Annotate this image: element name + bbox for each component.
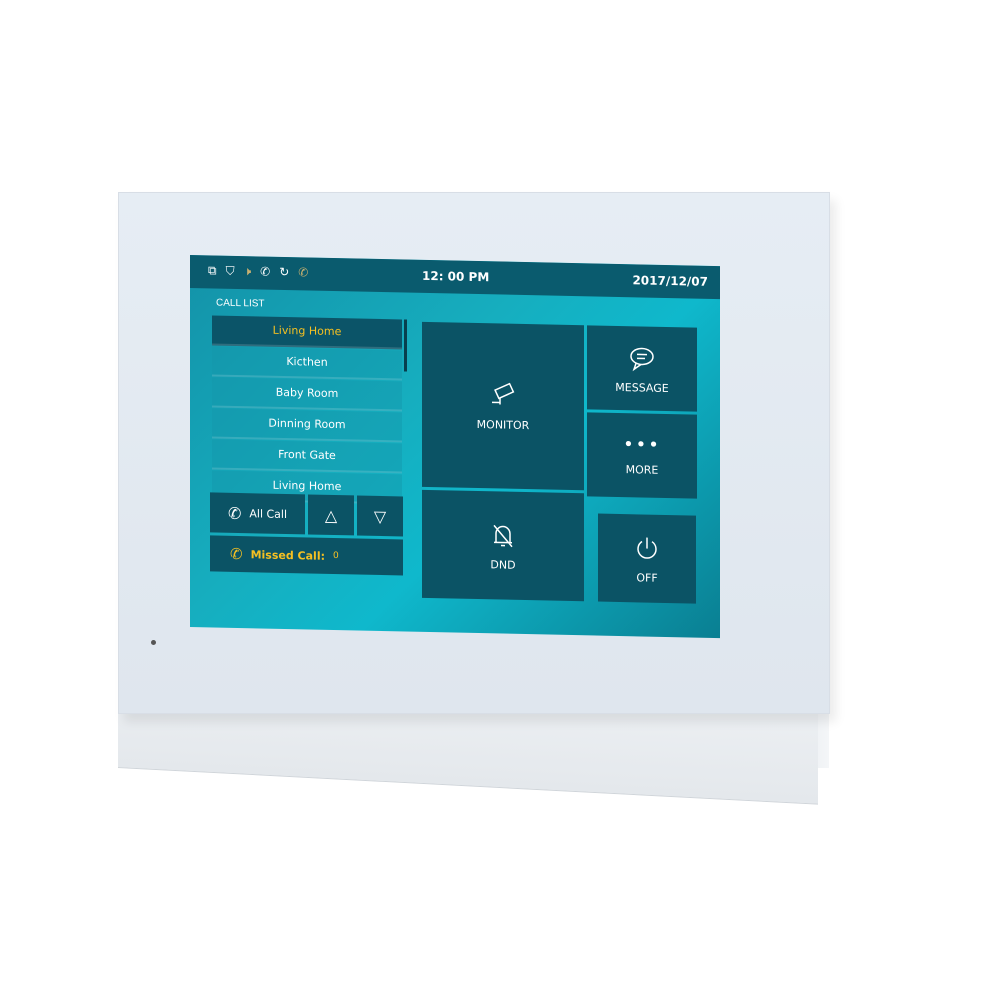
phone-icon: ✆ <box>298 265 309 280</box>
call-list-title: CALL LIST <box>216 297 265 310</box>
phone-icon: ✆ <box>227 503 242 523</box>
scrollbar[interactable] <box>404 319 407 372</box>
triangle-up-icon: △ <box>324 505 338 525</box>
camera-icon <box>492 382 515 405</box>
shield-icon: ⛉ <box>225 263 235 278</box>
date: 2017/12/07 <box>632 273 708 289</box>
forward-icon: ↻ <box>279 264 290 280</box>
missed-call-button[interactable]: ✆ Missed Call: 0 <box>210 535 403 576</box>
chat-bubble-icon <box>630 347 654 371</box>
all-call-label: All Call <box>249 506 288 521</box>
bell-off-icon <box>493 524 513 547</box>
list-item[interactable]: Dinning Room <box>212 408 402 443</box>
scroll-down-button[interactable]: ▽ <box>357 495 403 537</box>
triangle-down-icon: ▽ <box>373 506 387 526</box>
clock: 12: 00 PM <box>422 268 490 285</box>
indicator-led <box>151 640 156 645</box>
monitor-button[interactable]: MONITOR <box>422 321 584 491</box>
list-item[interactable]: Baby Room <box>212 377 402 412</box>
all-call-button[interactable]: ✆ All Call <box>210 492 305 535</box>
missed-call-count: 0 <box>333 550 339 562</box>
off-button[interactable]: OFF <box>598 513 696 604</box>
dnd-label: DND <box>490 557 516 572</box>
list-item[interactable]: Living Home <box>212 315 402 350</box>
more-button[interactable]: ••• MORE <box>587 412 697 499</box>
list-item[interactable]: Front Gate <box>212 439 402 474</box>
missed-call-icon: ✆ <box>230 544 243 564</box>
message-button[interactable]: MESSAGE <box>587 325 697 412</box>
list-item[interactable]: Kicthen <box>212 346 402 381</box>
missed-call-label: Missed Call: <box>250 547 325 563</box>
monitor-label: MONITOR <box>476 418 530 433</box>
more-dots-icon: ••• <box>623 434 661 456</box>
auto-answer-icon: ✆ <box>260 264 271 279</box>
off-label: OFF <box>636 570 658 585</box>
copy-icon: ⧉ <box>208 263 217 278</box>
dnd-button[interactable]: DND <box>422 489 584 602</box>
touch-screen: ⧉ ⛉ 🕨 ✆ ↻ ✆ 12: 00 PM 2017/12/07 CALL LI… <box>190 255 720 639</box>
call-list: Living Home Kicthen Baby Room Dinning Ro… <box>212 315 402 505</box>
message-label: MESSAGE <box>615 380 669 395</box>
mute-icon: 🕨 <box>243 264 252 279</box>
scroll-up-button[interactable]: △ <box>308 494 354 536</box>
more-label: MORE <box>625 463 659 477</box>
power-icon <box>637 537 657 559</box>
